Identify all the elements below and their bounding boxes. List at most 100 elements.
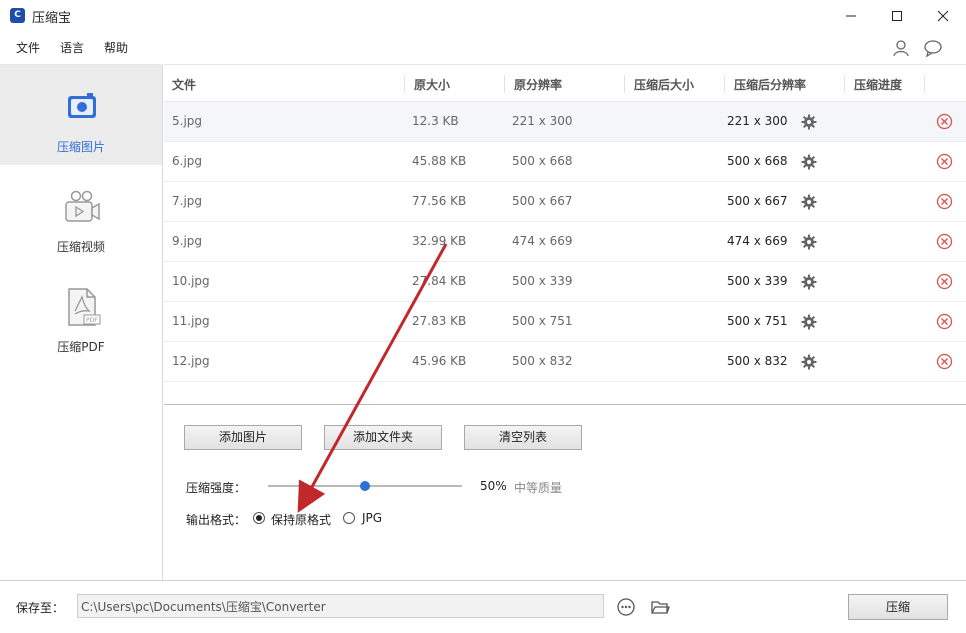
add-image-button[interactable]: 添加图片 bbox=[184, 425, 302, 450]
cell-original-resolution: 474 x 669 bbox=[512, 234, 573, 248]
cell-file-name: 12.jpg bbox=[172, 354, 210, 368]
quality-text: 中等质量 bbox=[514, 479, 562, 496]
delete-icon[interactable] bbox=[936, 193, 953, 210]
delete-icon[interactable] bbox=[936, 113, 953, 130]
cell-file-name: 5.jpg bbox=[172, 114, 202, 128]
svg-text:PDF: PDF bbox=[86, 317, 98, 324]
column-divider bbox=[624, 75, 625, 93]
user-icon[interactable] bbox=[891, 38, 911, 58]
table-row[interactable]: 11.jpg27.83 KB500 x 751500 x 751 bbox=[164, 302, 966, 342]
output-format-label: 输出格式： bbox=[186, 511, 246, 528]
menu-file[interactable]: 文件 bbox=[16, 39, 40, 56]
compress-button[interactable]: 压缩 bbox=[848, 594, 948, 620]
table-row[interactable]: 12.jpg 45.96 KB 500 x 832 500 x 832 bbox=[164, 342, 966, 382]
menu-bar: 文件 语言 帮助 bbox=[0, 31, 966, 63]
cell-original-resolution: 500 x 751 bbox=[512, 314, 573, 328]
radio-keep-format-label[interactable]: 保持原格式 bbox=[271, 511, 331, 528]
close-button[interactable] bbox=[920, 0, 966, 31]
column-divider bbox=[404, 75, 405, 93]
column-header-progress: 压缩进度 bbox=[854, 76, 902, 93]
sidebar: 压缩图片 压缩视频 PDF 压缩PDF bbox=[0, 64, 163, 580]
menu-help[interactable]: 帮助 bbox=[104, 39, 128, 56]
radio-jpg[interactable] bbox=[343, 512, 355, 524]
gear-icon[interactable] bbox=[801, 274, 817, 290]
minimize-button[interactable] bbox=[828, 0, 874, 31]
save-to-label: 保存至： bbox=[16, 599, 64, 616]
gear-icon[interactable] bbox=[801, 314, 817, 330]
column-header-compressed-size: 压缩后大小 bbox=[634, 76, 694, 93]
cell-file-name: 7.jpg bbox=[172, 194, 202, 208]
save-path-input[interactable] bbox=[77, 594, 604, 618]
sidebar-item-label: 压缩PDF bbox=[0, 338, 162, 355]
sidebar-item-label: 压缩视频 bbox=[0, 238, 162, 255]
cell-original-resolution: 500 x 667 bbox=[512, 194, 573, 208]
cell-compressed-resolution: 500 x 751 bbox=[727, 314, 788, 328]
cell-original-size: 77.56 KB bbox=[412, 194, 466, 208]
table-row[interactable]: 9.jpg32.99 KB474 x 669474 x 669 bbox=[164, 222, 966, 262]
panel-divider bbox=[164, 404, 966, 405]
app-logo-icon: C bbox=[10, 8, 25, 23]
title-bar: C 压缩宝 bbox=[0, 0, 966, 31]
file-table: 文件 原大小 原分辨率 压缩后大小 压缩后分辨率 压缩进度 5.jpg12.3 … bbox=[164, 64, 966, 404]
table-header: 文件 原大小 原分辨率 压缩后大小 压缩后分辨率 压缩进度 bbox=[164, 65, 966, 102]
pdf-file-icon: PDF bbox=[60, 287, 104, 327]
table-row[interactable]: 7.jpg 77.56 KB 500 x 667 500 x 667 bbox=[164, 182, 966, 222]
add-folder-button[interactable]: 添加文件夹 bbox=[324, 425, 442, 450]
cell-file-name: 6.jpg bbox=[172, 154, 202, 168]
compression-percent: 50% bbox=[480, 479, 507, 493]
cell-compressed-resolution: 474 x 669 bbox=[727, 234, 788, 248]
table-row[interactable]: 5.jpg12.3 KB221 x 300221 x 300 bbox=[164, 102, 966, 142]
image-icon bbox=[60, 87, 104, 127]
menu-language[interactable]: 语言 bbox=[60, 39, 84, 56]
delete-icon[interactable] bbox=[936, 313, 953, 330]
column-divider bbox=[724, 75, 725, 93]
radio-keep-format[interactable] bbox=[253, 512, 265, 524]
cell-compressed-resolution: 221 x 300 bbox=[727, 114, 788, 128]
sidebar-item-label: 压缩图片 bbox=[0, 138, 162, 155]
gear-icon[interactable] bbox=[801, 154, 817, 170]
close-icon bbox=[937, 10, 949, 22]
radio-jpg-label[interactable]: JPG bbox=[362, 511, 382, 525]
delete-icon[interactable] bbox=[936, 153, 953, 170]
cell-compressed-resolution: 500 x 832 bbox=[727, 354, 788, 368]
delete-icon[interactable] bbox=[936, 233, 953, 250]
table-row[interactable]: 10.jpg27.84 KB500 x 339500 x 339 bbox=[164, 262, 966, 302]
gear-icon[interactable] bbox=[801, 234, 817, 250]
column-divider bbox=[844, 75, 845, 93]
cell-original-resolution: 500 x 668 bbox=[512, 154, 573, 168]
open-folder-icon[interactable] bbox=[650, 597, 670, 617]
video-camera-icon bbox=[60, 187, 104, 227]
maximize-button[interactable] bbox=[874, 0, 920, 31]
cell-original-size: 45.88 KB bbox=[412, 154, 466, 168]
maximize-icon bbox=[891, 10, 903, 22]
column-divider bbox=[504, 75, 505, 93]
column-header-file: 文件 bbox=[172, 76, 196, 93]
cell-original-size: 45.96 KB bbox=[412, 354, 466, 368]
column-header-original-resolution: 原分辨率 bbox=[514, 76, 562, 93]
cell-compressed-resolution: 500 x 339 bbox=[727, 274, 788, 288]
clear-list-button[interactable]: 清空列表 bbox=[464, 425, 582, 450]
cell-original-resolution: 221 x 300 bbox=[512, 114, 573, 128]
cell-compressed-resolution: 500 x 668 bbox=[727, 154, 788, 168]
cell-original-size: 27.84 KB bbox=[412, 274, 466, 288]
more-options-icon[interactable] bbox=[616, 597, 636, 617]
compression-slider-handle[interactable] bbox=[360, 481, 370, 491]
cell-original-resolution: 500 x 339 bbox=[512, 274, 573, 288]
cell-file-name: 11.jpg bbox=[172, 314, 210, 328]
sidebar-item-compress-video[interactable]: 压缩视频 bbox=[0, 165, 162, 265]
cell-original-resolution: 500 x 832 bbox=[512, 354, 573, 368]
column-divider bbox=[924, 75, 925, 93]
sidebar-item-compress-pdf[interactable]: PDF 压缩PDF bbox=[0, 265, 162, 365]
column-header-compressed-resolution: 压缩后分辨率 bbox=[734, 76, 806, 93]
gear-icon[interactable] bbox=[801, 194, 817, 210]
sidebar-item-compress-image[interactable]: 压缩图片 bbox=[0, 65, 162, 165]
cell-compressed-resolution: 500 x 667 bbox=[727, 194, 788, 208]
feedback-icon[interactable] bbox=[923, 38, 943, 58]
delete-icon[interactable] bbox=[936, 353, 953, 370]
delete-icon[interactable] bbox=[936, 273, 953, 290]
window-title: 压缩宝 bbox=[32, 7, 71, 26]
compression-strength-label: 压缩强度： bbox=[186, 479, 246, 496]
table-row[interactable]: 6.jpg 45.88 KB 500 x 668 500 x 668 bbox=[164, 142, 966, 182]
gear-icon[interactable] bbox=[801, 354, 817, 370]
gear-icon[interactable] bbox=[801, 114, 817, 130]
